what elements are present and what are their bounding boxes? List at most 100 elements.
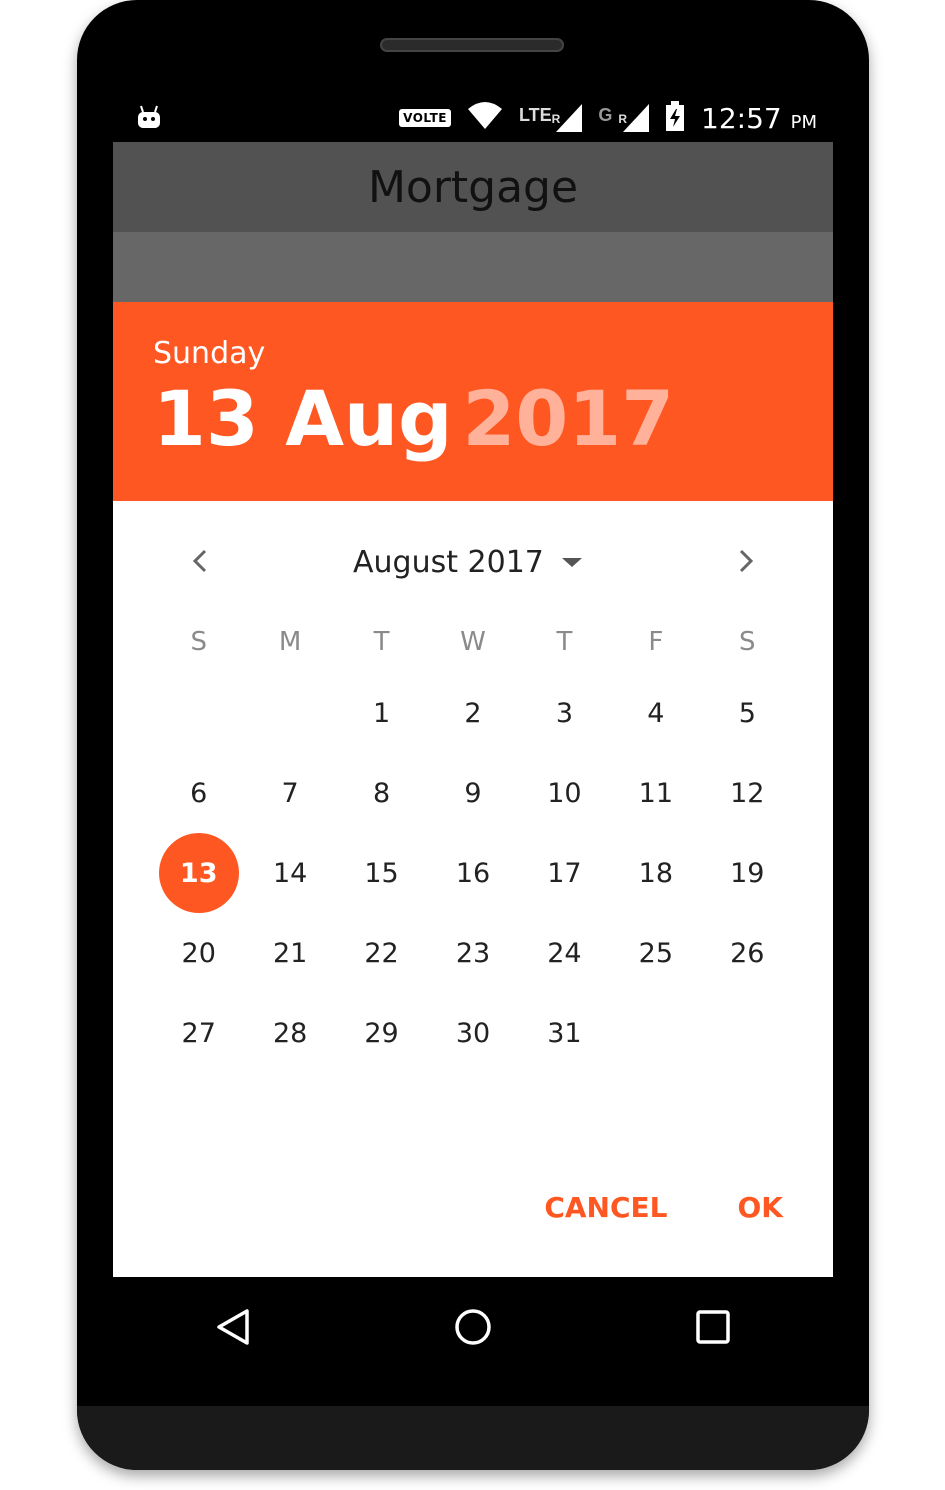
empty-day-cell	[244, 673, 335, 753]
days-grid: 1 2 3 4 5 6 7 8 9 10 11 12 13 14 15 16 17 18 19 20 21 22 23 24 2…	[153, 673, 793, 1073]
weekday-label: W	[460, 627, 486, 657]
day-cell[interactable]: 1	[336, 673, 427, 753]
g-label: G	[598, 105, 613, 125]
weekday-label: F	[648, 627, 664, 657]
day-number: 9	[464, 777, 482, 809]
prev-month-button[interactable]	[181, 541, 221, 581]
day-cell[interactable]: 8	[336, 753, 427, 833]
day-cell[interactable]: 9	[427, 753, 518, 833]
phone-chin	[77, 1406, 869, 1470]
g-signal-icon: G R	[598, 104, 649, 132]
day-number: 17	[547, 857, 582, 889]
day-number: 22	[364, 937, 399, 969]
day-number: 16	[455, 857, 491, 889]
day-number: 8	[372, 777, 391, 809]
day-cell[interactable]: 18	[610, 833, 701, 913]
day-cell[interactable]: 30	[427, 993, 518, 1073]
day-number: 27	[181, 1017, 216, 1049]
day-cell[interactable]: 26	[702, 913, 793, 993]
day-number: 31	[547, 1017, 582, 1049]
day-cell[interactable]: 11	[610, 753, 701, 833]
day-number: 20	[181, 937, 216, 969]
day-cell[interactable]: 20	[153, 913, 244, 993]
empty-day-cell	[153, 673, 244, 753]
weekday-label: M	[278, 627, 302, 657]
app-bar: Mortgage	[113, 142, 833, 232]
back-button[interactable]	[203, 1297, 263, 1357]
day-number: 30	[455, 1017, 491, 1049]
chevron-right-icon	[739, 549, 754, 573]
recents-button[interactable]	[683, 1297, 743, 1357]
day-cell[interactable]: 14	[244, 833, 335, 913]
clock-time: 12:57	[701, 101, 782, 135]
weekday-header-row: SMTWTFS	[153, 627, 793, 657]
day-number: 5	[738, 697, 756, 729]
system-nav-bar	[113, 1277, 833, 1377]
status-icons: VOLTE LTE R G R 12:57 PM	[399, 98, 817, 138]
day-number: 1	[372, 697, 391, 729]
day-number: 7	[281, 777, 299, 809]
day-cell[interactable]: 22	[336, 913, 427, 993]
day-cell[interactable]: 16	[427, 833, 518, 913]
home-icon	[455, 1309, 491, 1345]
lte-roaming-label: R	[551, 112, 561, 126]
day-number: 28	[272, 1017, 308, 1049]
day-number: 23	[455, 937, 491, 969]
back-icon	[217, 1309, 249, 1345]
day-number: 15	[364, 857, 399, 889]
screen: VOLTE LTE R G R 12:57 PM Mortgage Sunday…	[113, 92, 833, 1277]
day-number: 24	[547, 937, 582, 969]
day-cell[interactable]: 29	[336, 993, 427, 1073]
wifi-icon	[467, 101, 503, 136]
clock: 12:57 PM	[701, 102, 817, 135]
day-cell[interactable]: 17	[519, 833, 610, 913]
day-cell[interactable]: 6	[153, 753, 244, 833]
next-month-button[interactable]	[725, 541, 765, 581]
cancel-button[interactable]: CANCEL	[544, 1191, 667, 1224]
home-button[interactable]	[443, 1297, 503, 1357]
day-cell[interactable]: 19	[702, 833, 793, 913]
clock-ampm: PM	[790, 111, 817, 133]
weekday-label: T	[556, 627, 573, 657]
ok-button[interactable]: OK	[738, 1191, 784, 1224]
day-cell[interactable]: 12	[702, 753, 793, 833]
day-number: 21	[272, 937, 308, 969]
day-number: 25	[638, 937, 674, 969]
volte-badge: VOLTE	[399, 109, 451, 127]
day-number: 19	[730, 857, 765, 889]
day-number: 26	[730, 937, 765, 969]
day-cell[interactable]: 7	[244, 753, 335, 833]
app-subbar	[113, 232, 833, 302]
status-bar: VOLTE LTE R G R 12:57 PM	[113, 92, 833, 142]
day-cell[interactable]: 24	[519, 913, 610, 993]
header-year[interactable]: 2017	[463, 374, 675, 463]
day-cell[interactable]: 3	[519, 673, 610, 753]
header-day-month[interactable]: 13 Aug	[153, 374, 453, 463]
day-number: 12	[730, 777, 765, 809]
day-cell[interactable]: 2	[427, 673, 518, 753]
day-cell[interactable]: 5	[702, 673, 793, 753]
day-cell[interactable]: 27	[153, 993, 244, 1073]
day-cell[interactable]: 15	[336, 833, 427, 913]
chevron-left-icon	[192, 549, 207, 573]
triangle-down-icon	[561, 558, 582, 567]
date-picker-header: Sunday 13 Aug 2017	[113, 302, 833, 501]
day-cell[interactable]: 4	[610, 673, 701, 753]
day-cell[interactable]: 31	[519, 993, 610, 1073]
day-number: 29	[364, 1017, 399, 1049]
android-notification-icon	[137, 104, 161, 130]
header-weekday: Sunday	[153, 336, 266, 371]
selected-day-cell[interactable]: 13	[153, 833, 244, 913]
day-cell[interactable]: 23	[427, 913, 518, 993]
month-year-selector[interactable]: August 2017	[353, 545, 582, 580]
recents-icon	[696, 1310, 730, 1344]
day-cell[interactable]: 28	[244, 993, 335, 1073]
day-number: 11	[638, 777, 674, 809]
day-cell[interactable]: 21	[244, 913, 335, 993]
lte-signal-icon: LTE R	[519, 104, 583, 132]
month-year-label: August 2017	[353, 545, 544, 580]
g-roaming-label: R	[618, 112, 627, 126]
day-cell[interactable]: 25	[610, 913, 701, 993]
day-number: 10	[547, 777, 582, 809]
day-cell[interactable]: 10	[519, 753, 610, 833]
